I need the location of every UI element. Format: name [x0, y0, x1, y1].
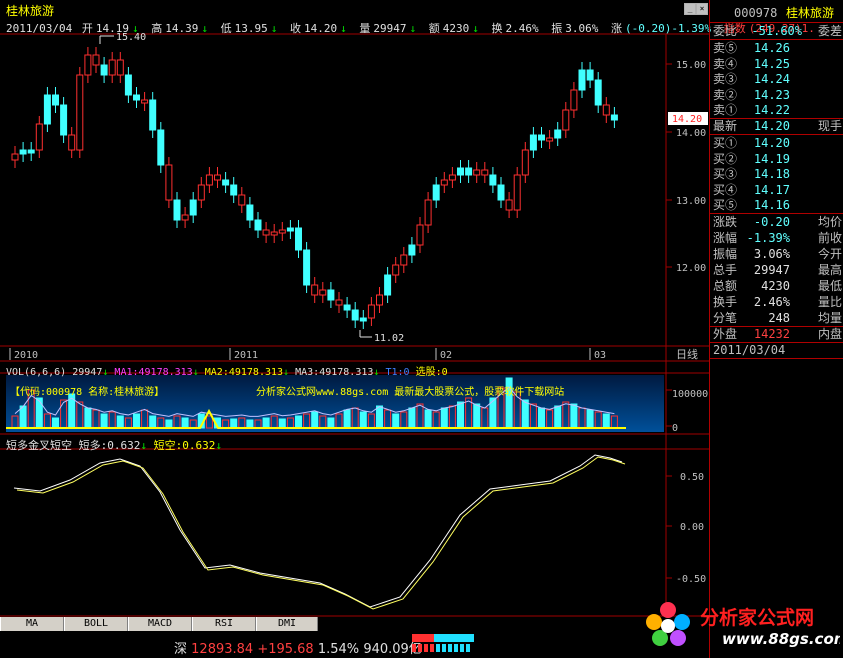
quote-panel: 000978 桂林旅游 委比 -51.60% 委差 卖⑤ 14.26 卖④ 14.25…	[709, 0, 843, 658]
volume-y-axis: 100000 0	[672, 389, 708, 434]
arrow-down-icon: ↓	[192, 367, 199, 378]
x-axis: 2010 2011 02 03 日线	[14, 347, 698, 361]
bid-row: 买① 14.20	[713, 136, 790, 150]
short-short-line	[16, 456, 626, 610]
tab-ma[interactable]: MA	[0, 617, 64, 631]
vol-ma3: MA3:49178.313	[295, 367, 374, 378]
outer-row: 外盘 14232 内盘	[713, 327, 842, 341]
stat-row: 分笔 248 均量	[713, 311, 842, 325]
volume-banner-code: 【代码:000978 名称:桂林旅游】	[10, 385, 164, 398]
y-tick: 14.00	[676, 128, 706, 139]
chart-area[interactable]: 15.40 11.02 15.00 14.00 13.00 12.00 14.2…	[0, 0, 709, 632]
bid-row: 买③ 14.18	[713, 167, 790, 182]
y-tick: 15.00	[676, 60, 706, 71]
vol-ma1: MA1:49178.313	[114, 367, 193, 378]
flower-icon	[646, 602, 690, 646]
status-pct: 1.54%	[317, 642, 360, 657]
vol-ma2: MA2:49178.313	[204, 367, 284, 378]
x-label: 02	[440, 350, 452, 361]
ask-row: 卖① 14.22	[713, 103, 790, 118]
status-market: 深	[174, 642, 188, 657]
kline-y-axis: 15.00 14.00 13.00 12.00	[676, 60, 706, 274]
period-label[interactable]: 日线	[676, 347, 698, 361]
stock-code: 000978	[734, 6, 778, 20]
stat-row: 涨幅 -1.39% 前收	[713, 231, 842, 245]
panel-frames	[0, 33, 709, 617]
status-index: 12893.84	[191, 642, 254, 657]
stat-row: 涨跌 -0.20 均价	[713, 215, 842, 229]
volume-legend: VOL(6,6,6) 29947↓ MA1:49178.313↓ MA2:491…	[6, 363, 448, 378]
site-logo: 分析家公式网 www.88gs.com	[646, 602, 840, 648]
oscillator-grid	[666, 389, 672, 579]
y-tick: 100000	[672, 389, 708, 400]
osc-title: 短多金叉短空	[6, 439, 72, 452]
vol-legend-name: VOL(6,6,6)	[6, 367, 67, 378]
bid-row: 买② 14.19	[713, 151, 790, 166]
tab-dmi[interactable]: DMI	[256, 617, 318, 631]
bid-row: 买④ 14.17	[713, 182, 790, 197]
weibi-row: 委比 -51.60% 委差	[713, 24, 842, 38]
stat-row: 振幅 3.06% 今开	[713, 247, 842, 261]
ask-row: 卖⑤ 14.26	[713, 41, 790, 55]
low-annotation: 11.02	[374, 333, 404, 344]
tab-rsi[interactable]: RSI	[192, 617, 256, 631]
osc-short-label: 短空:0.632	[153, 439, 216, 452]
logo-url: www.88gs.com	[722, 630, 840, 648]
status-bar: 深 12893.84 +195.68 1.54% 940.09亿	[174, 638, 422, 657]
arrow-down-icon: ↓	[283, 367, 290, 378]
ask-row: 卖③ 14.24	[713, 72, 790, 87]
arrow-down-icon: ↓	[373, 367, 380, 378]
panel-date-row: 2011/03/04	[710, 342, 843, 358]
current-price-tag: 14.20	[672, 114, 702, 125]
stat-row: 总手 29947 最高	[713, 263, 842, 277]
osc-long-label: 短多:0.632	[78, 439, 141, 452]
y-tick: 0	[672, 423, 678, 434]
x-label: 2010	[14, 350, 38, 361]
logo-text: 分析家公式网	[700, 606, 814, 629]
oscillator-legend: 短多金叉短空 短多:0.632↓ 短空:0.632↓	[6, 437, 222, 453]
kline-grid	[666, 63, 672, 268]
y-tick: 0.00	[680, 522, 704, 533]
status-mini-bars	[412, 634, 474, 652]
panel-date: 2011/03/04	[713, 343, 786, 357]
vol-legend-value: 29947	[72, 367, 103, 378]
status-change: +195.68	[257, 642, 314, 657]
arrow-down-icon: ↓	[215, 439, 222, 452]
vol-pick: 选股:0	[415, 367, 448, 378]
y-tick: 13.00	[676, 196, 706, 207]
volume-banner-ad: 分析家公式网www.88gs.com 最新最大股票公式，股票软件下载网站	[256, 385, 564, 398]
arrow-down-icon: ↓	[102, 367, 109, 378]
y-tick: -0.50	[676, 574, 706, 585]
x-label: 03	[594, 350, 606, 361]
high-annotation: 15.40	[116, 32, 146, 43]
x-label: 2011	[234, 350, 258, 361]
y-tick: 12.00	[676, 263, 706, 274]
tab-macd[interactable]: MACD	[128, 617, 192, 631]
ask-row: 卖② 14.23	[713, 87, 790, 102]
tab-boll[interactable]: BOLL	[64, 617, 128, 631]
indicator-tabs: MA BOLL MACD RSI DMI	[0, 617, 318, 631]
candlesticks	[11, 47, 618, 329]
y-tick: 0.50	[680, 472, 704, 483]
last-price-row: 最新 14.20 现手	[713, 119, 842, 133]
stat-row: 换手 2.46% 量比	[713, 295, 842, 309]
stat-row: 总额 4230 最低	[713, 279, 842, 293]
ask-row: 卖④ 14.25	[713, 56, 790, 71]
arrow-down-icon: ↓	[140, 439, 147, 452]
vol-t1: T1:0	[385, 367, 410, 378]
bid-row: 买⑤ 14.16	[713, 198, 790, 213]
panel-header: 000978 桂林旅游	[710, 5, 843, 21]
stock-name: 桂林旅游	[786, 6, 835, 20]
osc-y-axis: 0.50 0.00 -0.50	[676, 472, 706, 585]
